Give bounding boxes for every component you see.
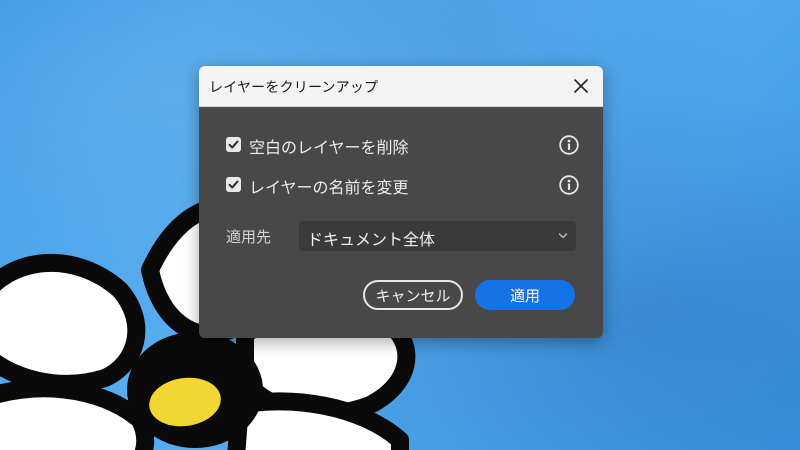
delete-empty-layers-label: 空白のレイヤーを削除	[249, 138, 409, 157]
rename-layers-checkbox[interactable]	[226, 177, 241, 192]
cancel-button[interactable]: キャンセル	[363, 280, 463, 310]
cleanup-layers-dialog: レイヤーをクリーンアップ 空白のレイヤーを削除 レイヤーの名前を変更 適用先 ド…	[199, 66, 603, 338]
apply-to-select[interactable]: ドキュメント全体	[299, 221, 576, 251]
apply-to-label: 適用先	[226, 228, 272, 246]
checkmark-icon	[228, 140, 239, 149]
checkmark-icon	[228, 180, 239, 189]
info-icon[interactable]	[558, 134, 580, 156]
option-delete-empty-layers: 空白のレイヤーを削除	[226, 133, 580, 157]
dialog-title: レイヤーをクリーンアップ	[209, 80, 379, 96]
dialog-titlebar: レイヤーをクリーンアップ	[199, 66, 603, 107]
option-rename-layers: レイヤーの名前を変更	[226, 173, 580, 197]
info-icon[interactable]	[558, 174, 580, 196]
rename-layers-label: レイヤーの名前を変更	[249, 178, 409, 197]
chevron-down-icon	[558, 233, 568, 239]
apply-button[interactable]: 適用	[475, 280, 575, 310]
apply-to-selected-value: ドキュメント全体	[307, 230, 436, 249]
close-icon[interactable]	[571, 76, 591, 96]
delete-empty-layers-checkbox[interactable]	[226, 137, 241, 152]
